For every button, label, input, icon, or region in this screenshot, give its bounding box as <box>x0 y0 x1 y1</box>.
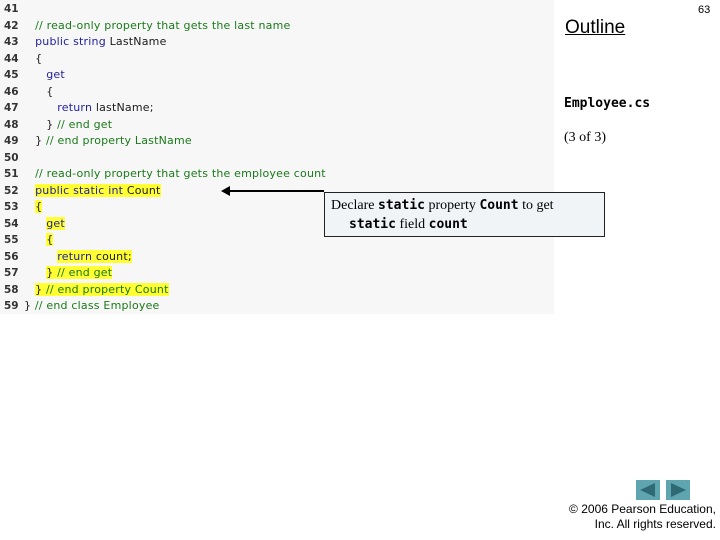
callout-code: static <box>378 198 425 213</box>
callout-text: to get <box>518 198 554 213</box>
triangle-right-icon <box>671 483 686 497</box>
line-number: 58 <box>4 283 19 296</box>
copyright-notice: © 2006 Pearson Education, Inc. All right… <box>569 502 716 532</box>
previous-slide-button[interactable] <box>636 480 660 500</box>
callout-line-2: static field count <box>331 215 598 234</box>
callout-code: count <box>428 217 468 232</box>
callout-text: field <box>395 217 429 232</box>
code-text: } // end class Employee <box>24 299 160 312</box>
line-number: 50 <box>4 151 19 164</box>
code-text: get <box>46 216 65 230</box>
triangle-left-icon <box>640 483 655 497</box>
callout-line-1: Declare static property Count to get <box>331 196 598 215</box>
line-number: 56 <box>4 250 19 263</box>
line-number: 54 <box>4 217 19 230</box>
code-text: { <box>46 233 54 246</box>
line-number: 43 <box>4 36 19 48</box>
code-text: public string LastName <box>35 35 167 48</box>
line-number: 48 <box>4 118 19 131</box>
callout-box: Declare static property Count to get sta… <box>324 192 605 237</box>
code-text: { <box>46 84 54 98</box>
code-text: { <box>35 51 43 65</box>
code-text: public static int Count <box>35 183 161 197</box>
line-number: 59 <box>4 300 19 312</box>
copyright-line-2: Inc. All rights reserved. <box>594 517 716 531</box>
code-text: } // end property LastName <box>35 134 192 147</box>
code-listing-panel: 41 42 // read-only property that gets the… <box>0 0 554 314</box>
page-number: 63 <box>698 4 711 16</box>
page-indicator: (3 of 3) <box>564 130 606 145</box>
line-number: 45 <box>4 69 19 81</box>
code-text: } // end get <box>46 266 113 279</box>
line-number: 42 <box>4 19 19 32</box>
callout-code: static <box>349 217 396 232</box>
code-text: } // end property Count <box>35 282 169 296</box>
code-text: // read-only property that gets the last… <box>35 18 291 32</box>
line-number: 47 <box>4 102 19 114</box>
line-number: 46 <box>4 85 19 98</box>
line-number: 44 <box>4 52 19 65</box>
code-text: } // end get <box>46 117 113 131</box>
callout-code: Count <box>479 198 519 213</box>
code-text: return count; <box>57 249 132 263</box>
callout-text: Declare <box>331 198 379 213</box>
line-number: 52 <box>4 184 19 197</box>
line-number: 49 <box>4 135 19 147</box>
line-number: 55 <box>4 234 19 246</box>
callout-text: property <box>425 198 480 213</box>
line-number: 51 <box>4 168 19 180</box>
code-text: get <box>46 68 65 81</box>
line-number: 57 <box>4 267 19 279</box>
callout-arrow <box>228 190 324 192</box>
line-number: 53 <box>4 201 19 213</box>
code-text: { <box>35 200 43 213</box>
outline-link[interactable]: Outline <box>565 17 625 39</box>
file-name-label: Employee.cs <box>564 96 651 111</box>
copyright-line-1: © 2006 Pearson Education, <box>569 502 716 516</box>
code-text: // read-only property that gets the empl… <box>35 167 326 180</box>
next-slide-button[interactable] <box>666 480 690 500</box>
code-text: return lastName; <box>57 101 154 114</box>
line-number: 41 <box>4 3 19 15</box>
